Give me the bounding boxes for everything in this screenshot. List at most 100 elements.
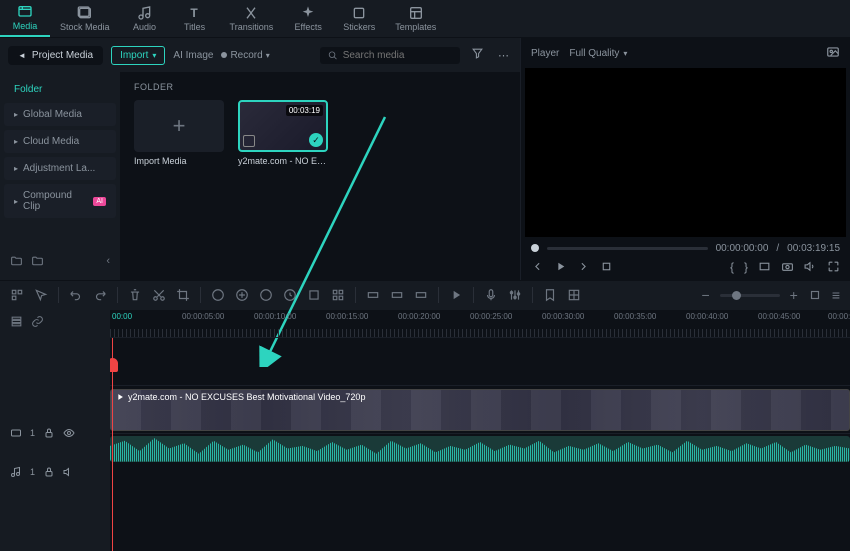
player-title: Player xyxy=(531,48,559,59)
tl-tool-icon[interactable] xyxy=(235,288,249,302)
cursor-icon[interactable] xyxy=(34,288,48,302)
tl-tool-icon[interactable] xyxy=(414,288,428,302)
sidebar-item-global-media[interactable]: ▸Global Media xyxy=(4,103,116,126)
clip-type-icon xyxy=(243,135,255,147)
folder-add-icon[interactable] xyxy=(10,255,23,268)
video-clip[interactable]: y2mate.com - NO EXCUSES Best Motivationa… xyxy=(110,389,850,431)
zoom-out-icon[interactable]: − xyxy=(701,287,709,303)
sidebar-item-adjustment-layer[interactable]: ▸Adjustment La... xyxy=(4,157,116,180)
ratio-icon[interactable] xyxy=(758,260,771,273)
link-icon[interactable] xyxy=(31,315,44,328)
media-clip-card[interactable]: 00:03:19 ✓ y2mate.com - NO EXC... xyxy=(238,100,328,166)
timeline-toolbar: − + ≡ xyxy=(0,280,850,310)
tl-tool-icon[interactable] xyxy=(211,288,225,302)
marker-icon[interactable] xyxy=(543,288,557,302)
track-view-icon[interactable] xyxy=(10,315,23,328)
mark-out-icon[interactable]: } xyxy=(744,260,748,274)
search-icon xyxy=(328,50,338,61)
sidebar-item-compound-clip[interactable]: ▸Compound ClipAI xyxy=(4,184,116,218)
chevron-down-icon: ▾ xyxy=(266,51,270,60)
volume-icon[interactable] xyxy=(804,260,817,273)
delete-icon[interactable] xyxy=(128,288,142,302)
tab-media[interactable]: Media xyxy=(0,0,50,37)
tab-transitions[interactable]: Transitions xyxy=(220,0,284,37)
stock-icon xyxy=(77,5,93,21)
zoom-fit-icon[interactable] xyxy=(808,288,822,302)
redo-icon[interactable] xyxy=(93,288,107,302)
crop-icon[interactable] xyxy=(176,288,190,302)
tl-tool-icon[interactable] xyxy=(331,288,345,302)
audio-track[interactable] xyxy=(110,434,850,464)
import-media-card[interactable]: + Import Media xyxy=(134,100,224,166)
eye-icon[interactable] xyxy=(63,427,75,439)
collapse-sidebar-icon[interactable]: ‹ xyxy=(106,255,110,268)
tl-play-icon[interactable] xyxy=(449,288,463,302)
tl-tool-icon[interactable] xyxy=(307,288,321,302)
camera-icon[interactable] xyxy=(781,260,794,273)
tab-stickers[interactable]: Stickers xyxy=(333,0,385,37)
lock-icon[interactable] xyxy=(43,466,55,478)
audio-track-header[interactable]: 1 xyxy=(0,457,110,487)
audio-icon xyxy=(137,5,153,21)
prev-frame-icon[interactable] xyxy=(531,260,544,273)
undo-icon[interactable] xyxy=(69,288,83,302)
import-button[interactable]: Import ▾ xyxy=(111,46,165,65)
stop-icon[interactable] xyxy=(600,260,613,273)
tl-tool-icon[interactable] xyxy=(366,288,380,302)
record-button[interactable]: Record ▾ xyxy=(221,50,269,61)
section-label: FOLDER xyxy=(134,82,506,92)
snapshot-icon[interactable] xyxy=(826,45,840,62)
video-track-icon xyxy=(10,427,22,439)
tab-stock-media[interactable]: Stock Media xyxy=(50,0,120,37)
folder-icon[interactable] xyxy=(31,255,44,268)
project-media-dropdown[interactable]: ◄ Project Media xyxy=(8,46,103,65)
tl-tool-icon[interactable] xyxy=(390,288,404,302)
quality-dropdown[interactable]: Full Quality▾ xyxy=(569,48,627,59)
player-scrubber[interactable]: 00:00:00:00 / 00:03:19:15 xyxy=(531,243,840,254)
audio-clip[interactable] xyxy=(110,436,850,462)
duration-badge: 00:03:19 xyxy=(286,105,323,116)
play-icon[interactable] xyxy=(554,260,567,273)
ai-badge: AI xyxy=(93,197,106,206)
templates-icon xyxy=(408,5,424,21)
mixer-icon[interactable] xyxy=(508,288,522,302)
clip-play-icon xyxy=(115,392,125,402)
filter-icon[interactable] xyxy=(468,44,487,66)
playhead[interactable] xyxy=(112,338,113,551)
tab-templates[interactable]: Templates xyxy=(385,0,446,37)
lock-icon[interactable] xyxy=(43,427,55,439)
video-track[interactable]: y2mate.com - NO EXCUSES Best Motivationa… xyxy=(110,386,850,434)
ai-image-button[interactable]: AI Image xyxy=(173,50,213,61)
next-frame-icon[interactable] xyxy=(577,260,590,273)
tl-tool-icon[interactable] xyxy=(259,288,273,302)
effects-icon xyxy=(300,5,316,21)
speed-icon[interactable] xyxy=(283,288,297,302)
search-input-wrapper[interactable] xyxy=(320,47,460,64)
media-toolbar: ◄ Project Media Import ▾ AI Image Record… xyxy=(0,38,520,72)
tl-grid-icon[interactable] xyxy=(567,288,581,302)
tab-effects[interactable]: Effects xyxy=(283,0,333,37)
top-toolbar: Media Stock Media Audio T Titles Transit… xyxy=(0,0,850,38)
fullscreen-icon[interactable] xyxy=(827,260,840,273)
zoom-slider[interactable] xyxy=(720,294,780,297)
video-track-header[interactable]: 1 xyxy=(0,409,110,457)
player-panel: Player Full Quality▾ 00:00:00:00 / 00:03… xyxy=(520,38,850,280)
tl-select-icon[interactable] xyxy=(10,288,24,302)
tab-audio[interactable]: Audio xyxy=(120,0,170,37)
mic-icon[interactable] xyxy=(484,288,498,302)
tab-titles[interactable]: T Titles xyxy=(170,0,220,37)
timeline-ruler[interactable]: 00:00 00:00:05:00 00:00:10:00 00:00:15:0… xyxy=(110,310,850,338)
audio-track-icon xyxy=(10,466,22,478)
cut-icon[interactable] xyxy=(152,288,166,302)
tracks-area[interactable]: y2mate.com - NO EXCUSES Best Motivationa… xyxy=(110,338,850,551)
zoom-in-icon[interactable]: + xyxy=(790,287,798,303)
total-time: 00:03:19:15 xyxy=(787,243,840,254)
mute-icon[interactable] xyxy=(63,466,75,478)
sidebar-item-cloud-media[interactable]: ▸Cloud Media xyxy=(4,130,116,153)
record-dot-icon xyxy=(221,52,227,58)
more-icon[interactable]: ⋯ xyxy=(495,46,512,65)
timeline-menu-icon[interactable]: ≡ xyxy=(832,287,840,303)
mark-in-icon[interactable]: { xyxy=(730,260,734,274)
video-preview[interactable] xyxy=(525,68,846,237)
search-input[interactable] xyxy=(343,50,452,61)
